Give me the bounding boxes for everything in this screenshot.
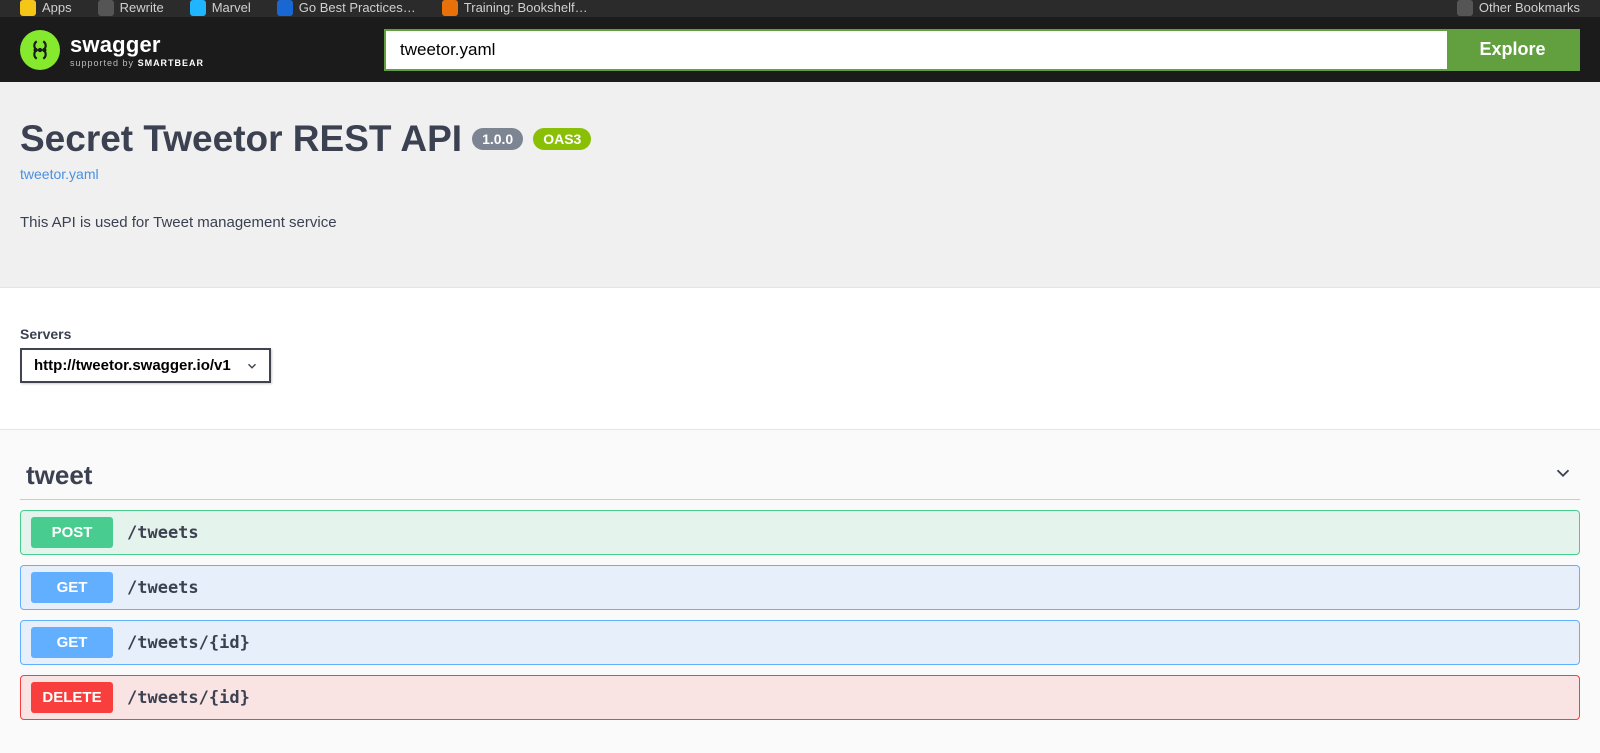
spec-url-input[interactable] (386, 31, 1447, 69)
tag-name: tweet (26, 460, 92, 491)
tag-header[interactable]: tweet (20, 460, 1580, 491)
browser-bookmark-bar: Apps Rewrite Marvel Go Best Practices… T… (0, 0, 1600, 17)
endpoint-path: /tweets (127, 523, 199, 543)
brand-subtext: supported by SMARTBEAR (70, 58, 204, 68)
oas-badge: OAS3 (533, 128, 591, 150)
version-badge: 1.0.0 (472, 128, 523, 150)
spec-link[interactable]: tweetor.yaml (20, 166, 1580, 182)
endpoint-path: /tweets/{id} (127, 633, 250, 653)
http-method-badge: DELETE (31, 682, 113, 713)
topbar: swagger supported by SMARTBEAR Explore (0, 17, 1600, 82)
brand-text: swagger (70, 32, 204, 58)
operation-row[interactable]: DELETE/tweets/{id} (20, 675, 1580, 720)
operation-row[interactable]: GET/tweets (20, 565, 1580, 610)
api-description: This API is used for Tweet management se… (20, 214, 1580, 231)
bookmark-item[interactable]: Apps (20, 0, 72, 16)
bookmark-item[interactable]: Rewrite (98, 0, 164, 16)
http-method-badge: POST (31, 517, 113, 548)
swagger-icon (20, 30, 60, 70)
bookmark-item[interactable]: Go Best Practices… (277, 0, 416, 16)
other-bookmarks[interactable]: Other Bookmarks (1457, 0, 1580, 16)
explore-button[interactable]: Explore (1447, 31, 1578, 69)
page-title: Secret Tweetor REST API (20, 118, 462, 160)
http-method-badge: GET (31, 627, 113, 658)
divider (20, 499, 1580, 500)
operations-section: tweet POST/tweetsGET/tweetsGET/tweets/{i… (0, 430, 1600, 750)
chevron-down-icon (1552, 462, 1574, 489)
endpoint-path: /tweets/{id} (127, 688, 250, 708)
bookmark-item[interactable]: Training: Bookshelf… (442, 0, 588, 16)
operation-row[interactable]: POST/tweets (20, 510, 1580, 555)
swagger-logo[interactable]: swagger supported by SMARTBEAR (20, 30, 204, 70)
http-method-badge: GET (31, 572, 113, 603)
bookmark-item[interactable]: Marvel (190, 0, 251, 16)
explore-form: Explore (384, 29, 1580, 71)
servers-label: Servers (20, 326, 1580, 342)
server-select[interactable]: http://tweetor.swagger.io/v1 (20, 348, 271, 383)
servers-section: Servers http://tweetor.swagger.io/v1 (0, 288, 1600, 430)
info-section: Secret Tweetor REST API 1.0.0 OAS3 tweet… (0, 82, 1600, 288)
endpoint-path: /tweets (127, 578, 199, 598)
operation-row[interactable]: GET/tweets/{id} (20, 620, 1580, 665)
